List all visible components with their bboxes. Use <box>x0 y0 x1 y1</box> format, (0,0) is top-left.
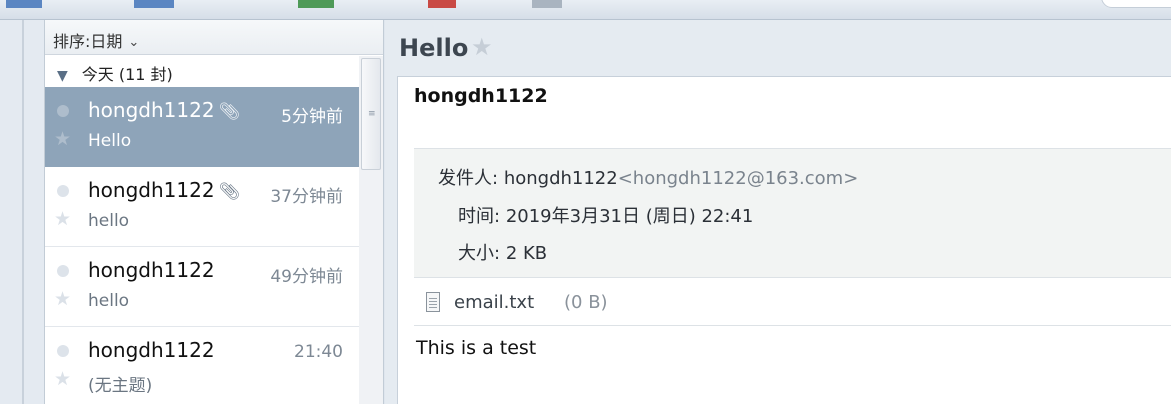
message-subject: hello <box>88 291 130 311</box>
attachment-item[interactable]: email.txt (0 B) <box>414 280 1171 326</box>
paperclip-icon: 📎︎ <box>218 102 241 122</box>
message-meta: 发件人: hongdh1122<hongdh1122@163.com> 时间: … <box>414 148 1171 278</box>
star-icon[interactable]: ★ <box>54 290 71 309</box>
unread-dot-icon[interactable] <box>57 185 69 197</box>
message-time: 37分钟前 <box>270 187 343 207</box>
list-item[interactable]: ★ hongdh1122 21:40 (无主题) <box>45 327 359 404</box>
star-icon[interactable]: ★ <box>54 210 71 229</box>
sender-name: hongdh1122 <box>88 178 215 202</box>
message-subject: (无主题) <box>88 376 153 396</box>
group-header-today[interactable]: ▼ 今天 (11 封) <box>45 56 359 86</box>
message-body: This is a test <box>416 337 537 359</box>
delete-icon[interactable] <box>428 0 456 8</box>
reply-all-icon[interactable] <box>134 0 174 8</box>
message-time: 49分钟前 <box>270 267 343 287</box>
meta-size-row: 大小: 2 KB <box>458 239 547 265</box>
list-item[interactable]: ★ hongdh1122 📎︎ 37分钟前 hello <box>45 167 359 247</box>
divider <box>22 20 24 404</box>
meta-time-row: 时间: 2019年3月31日 (周日) 22:41 <box>458 202 753 228</box>
message-title: Hello <box>399 34 469 62</box>
sort-dropdown[interactable]: 排序:日期 ⌄ <box>45 20 383 55</box>
scrollbar-thumb[interactable]: ≡ <box>361 58 381 170</box>
attachment-size: (0 B) <box>564 292 608 313</box>
from-label: 发件人: <box>438 168 499 189</box>
list-item[interactable]: ★ hongdh1122 📎︎ 5分钟前 Hello <box>45 87 359 167</box>
list-item[interactable]: ★ hongdh1122 49分钟前 hello <box>45 247 359 327</box>
sort-label: 排序:日期 <box>53 32 123 51</box>
paperclip-icon: 📎︎ <box>218 182 241 202</box>
star-icon[interactable]: ★ <box>54 370 71 389</box>
unread-dot-icon[interactable] <box>57 265 69 277</box>
size-value: 2 KB <box>505 243 548 264</box>
attachment-name[interactable]: email.txt <box>454 292 534 313</box>
unread-dot-icon[interactable] <box>57 105 69 117</box>
star-icon[interactable]: ★ <box>471 33 493 61</box>
message-time: 5分钟前 <box>281 107 343 127</box>
triangle-down-icon: ▼ <box>57 68 68 84</box>
size-label: 大小: <box>458 243 501 264</box>
message-time: 21:40 <box>294 342 343 362</box>
folder-pane-edge <box>0 20 44 404</box>
message-subject: Hello <box>88 131 132 151</box>
file-icon <box>426 292 440 312</box>
reading-pane: Hello ★ hongdh1122 发件人: hongdh1122<hongd… <box>385 20 1171 404</box>
message-subject: hello <box>88 211 130 231</box>
grip-icon: ≡ <box>368 109 376 119</box>
message-list: 排序:日期 ⌄ ▼ 今天 (11 封) ≡ ★ hongdh1122 📎︎ 5分钟前 … <box>44 20 384 404</box>
print-icon[interactable] <box>532 0 562 8</box>
meta-from-row: 发件人: hongdh1122<hongdh1122@163.com> <box>438 164 858 190</box>
from-name[interactable]: hongdh1122 <box>504 168 618 189</box>
group-label: 今天 (11 封) <box>81 65 173 84</box>
sender-name: hongdh1122 <box>88 338 215 362</box>
from-address[interactable]: <hongdh1122@163.com> <box>618 168 859 189</box>
star-icon[interactable]: ★ <box>54 130 71 149</box>
list-scrollbar[interactable]: ≡ <box>359 56 383 404</box>
sender-name: hongdh1122 <box>88 98 215 122</box>
message-card: hongdh1122 发件人: hongdh1122<hongdh1122@16… <box>397 76 1171 404</box>
search-input[interactable] <box>1101 0 1171 8</box>
receive-icon[interactable] <box>6 0 42 8</box>
time-label: 时间: <box>458 206 501 227</box>
from-heading: hongdh1122 <box>414 85 548 107</box>
unread-dot-icon[interactable] <box>57 345 69 357</box>
forward-icon[interactable] <box>298 0 334 8</box>
chevron-down-icon: ⌄ <box>128 35 140 50</box>
time-value: 2019年3月31日 (周日) 22:41 <box>505 206 754 227</box>
sender-name: hongdh1122 <box>88 258 215 282</box>
toolbar <box>0 0 1171 20</box>
